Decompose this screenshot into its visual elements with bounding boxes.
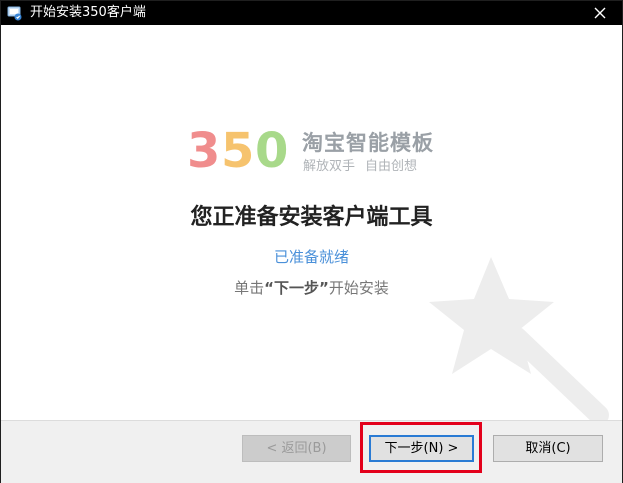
brand-logo: 3 5 0	[187, 123, 288, 173]
svg-text:0: 0	[255, 123, 288, 173]
back-button[interactable]: < 返回(B)	[242, 435, 351, 462]
svg-text:3: 3	[187, 123, 220, 173]
svg-text:5: 5	[221, 123, 254, 173]
cancel-button[interactable]: 取消(C)	[493, 435, 603, 462]
button-bar: < 返回(B) 下一步(N) > 取消(C)	[1, 420, 622, 483]
installer-window: 开始安装350客户端 3 5 0 淘宝智能模板 解放双手 自由创想 您正准备安装客…	[0, 0, 623, 483]
brand-slogan: 解放双手 自由创想	[303, 159, 417, 175]
instruction-suffix: 开始安装	[328, 279, 389, 297]
close-button[interactable]	[578, 1, 622, 25]
instruction-emphasis: “下一步”	[264, 279, 329, 297]
instruction-text: 单击“下一步”开始安装	[1, 278, 622, 298]
slogan-left: 解放双手	[303, 159, 356, 174]
content-area: 3 5 0 淘宝智能模板 解放双手 自由创想 您正准备安装客户端工具 已准备就绪 …	[1, 25, 622, 420]
next-button[interactable]: 下一步(N) >	[369, 435, 474, 462]
installer-icon	[7, 6, 22, 21]
close-icon	[594, 7, 606, 19]
window-title: 开始安装350客户端	[30, 5, 146, 20]
status-text: 已准备就绪	[273, 248, 349, 266]
slogan-right: 自由创想	[365, 159, 418, 174]
brand-name: 淘宝智能模板	[302, 131, 434, 155]
title-bar: 开始安装350客户端	[1, 1, 622, 25]
magic-wand-icon	[429, 257, 609, 420]
page-heading: 您正准备安装客户端工具	[190, 205, 433, 230]
instruction-prefix: 单击	[234, 279, 265, 297]
